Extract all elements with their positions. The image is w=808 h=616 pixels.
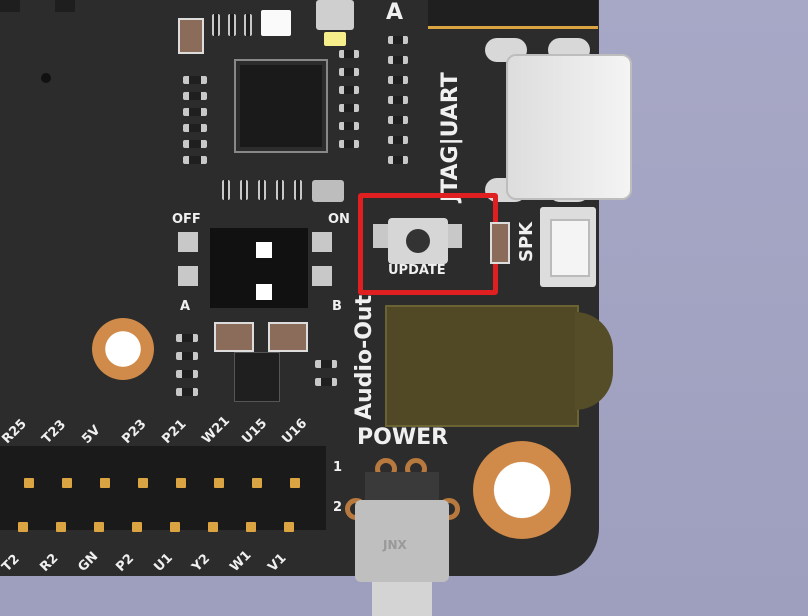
header-pin — [252, 478, 262, 488]
header-pin — [176, 478, 186, 488]
resistor — [183, 92, 207, 100]
resistor — [339, 68, 359, 76]
pcb-render-view: A JTAG|UART OFF ON A B UPDATE SPK Audio-… — [0, 0, 808, 616]
audio-out-label: Audio-Out — [352, 294, 377, 420]
spk-label: SPK — [516, 221, 537, 262]
header-pin — [100, 478, 110, 488]
header-pin — [214, 478, 224, 488]
white-led — [261, 10, 291, 36]
resistor — [388, 116, 408, 124]
power-cable — [372, 582, 432, 616]
corner-component — [55, 0, 75, 12]
switch-pad — [312, 232, 332, 252]
header-pin — [132, 522, 142, 532]
header-pin-1-label: 1 — [333, 460, 343, 475]
resistor — [212, 14, 220, 36]
power-connector: JNX — [355, 500, 449, 582]
resistor — [183, 76, 207, 84]
header-pin — [94, 522, 104, 532]
pin-header — [0, 446, 326, 530]
resistor — [176, 388, 198, 396]
speaker-socket — [550, 219, 590, 277]
connector-mark: JNX — [383, 538, 407, 552]
top-left-letter: A — [386, 0, 404, 25]
header-pin-2-label: 2 — [333, 500, 343, 515]
speaker-connector — [540, 207, 596, 287]
switch-pad — [178, 232, 198, 252]
header-pin — [62, 478, 72, 488]
capacitor — [268, 322, 308, 352]
capacitor — [214, 322, 254, 352]
resistor — [388, 136, 408, 144]
resistor — [388, 76, 408, 84]
smd-part — [316, 0, 354, 30]
switch-on-label: ON — [328, 212, 350, 227]
resistor — [183, 108, 207, 116]
header-pin — [170, 522, 180, 532]
header-pin — [208, 522, 218, 532]
mounting-via — [41, 73, 51, 83]
resistor — [388, 36, 408, 44]
microcontroller-chip — [240, 65, 322, 147]
crystal — [312, 180, 344, 202]
header-pin — [290, 478, 300, 488]
switch-off-label: OFF — [172, 212, 201, 227]
resistor — [276, 180, 284, 200]
header-pin — [246, 522, 256, 532]
switch-a-label: A — [180, 299, 191, 314]
resistor — [244, 14, 252, 36]
dip-switch-toggle — [256, 284, 272, 300]
jtag-uart-label: JTAG|UART — [438, 72, 463, 202]
resistor — [228, 14, 236, 36]
resistor — [294, 180, 302, 200]
resistor — [183, 124, 207, 132]
header-pin — [24, 478, 34, 488]
update-highlight-box — [358, 193, 498, 295]
resistor — [183, 140, 207, 148]
resistor — [315, 378, 337, 386]
resistor — [176, 370, 198, 378]
resistor — [388, 56, 408, 64]
status-led — [324, 32, 346, 46]
dip-switch — [210, 228, 308, 308]
switch-b-label: B — [332, 299, 342, 314]
resistor — [176, 352, 198, 360]
regulator-chip — [234, 352, 280, 402]
resistor — [339, 86, 359, 94]
usb-c-connector — [506, 54, 632, 200]
header-pin — [56, 522, 66, 532]
switch-pad — [312, 266, 332, 286]
resistor — [339, 50, 359, 58]
resistor — [176, 334, 198, 342]
mounting-hole — [92, 318, 154, 380]
header-pin — [138, 478, 148, 488]
resistor — [339, 140, 359, 148]
resistor — [388, 96, 408, 104]
capacitor — [490, 222, 510, 264]
audio-jack-barrel — [575, 312, 613, 410]
resistor — [315, 360, 337, 368]
header-pin — [18, 522, 28, 532]
resistor — [222, 180, 230, 200]
capacitor — [178, 18, 204, 54]
resistor — [388, 156, 408, 164]
resistor — [339, 122, 359, 130]
audio-jack — [385, 305, 579, 427]
resistor — [240, 180, 248, 200]
header-pin — [284, 522, 294, 532]
dip-switch-toggle — [256, 242, 272, 258]
resistor — [339, 104, 359, 112]
switch-pad — [178, 266, 198, 286]
top-pin-header — [428, 0, 598, 29]
mounting-hole — [473, 441, 571, 539]
corner-component — [0, 0, 20, 12]
resistor — [258, 180, 266, 200]
resistor — [183, 156, 207, 164]
power-label: POWER — [357, 425, 449, 450]
